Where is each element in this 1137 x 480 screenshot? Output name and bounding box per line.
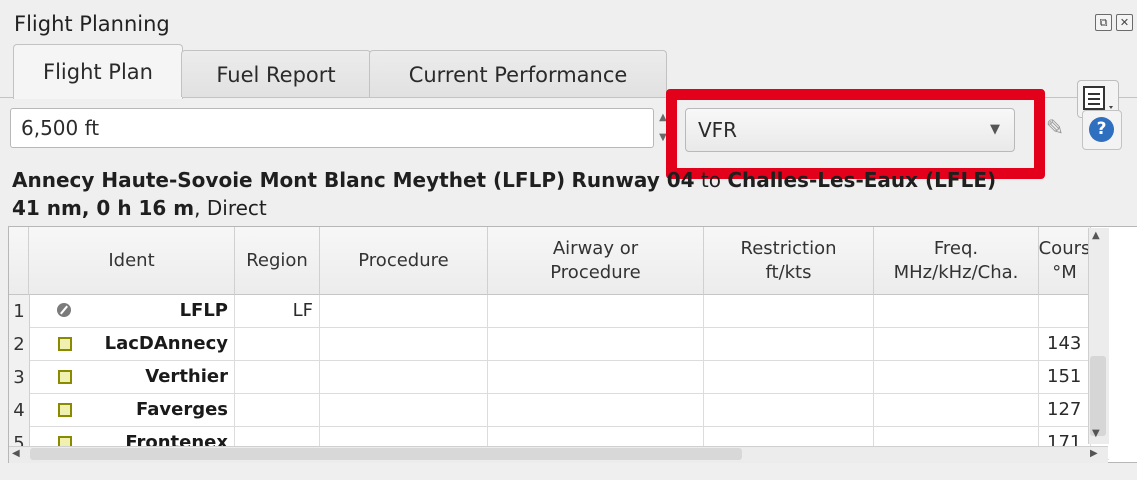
- region-cell: [235, 394, 320, 426]
- column-header-region[interactable]: Region: [235, 227, 320, 295]
- route-runway: Runway 04: [571, 168, 695, 192]
- altitude-spinner[interactable]: ▲ ▼: [654, 108, 672, 148]
- spin-down-icon[interactable]: ▼: [654, 128, 672, 148]
- row-number: 2: [9, 328, 30, 361]
- route-summary-type: , Direct: [194, 196, 267, 220]
- procedure-cell: [320, 394, 488, 426]
- row-number-header: [9, 227, 29, 295]
- cruise-altitude-input[interactable]: 6,500 ft: [10, 108, 654, 148]
- edit-remarks-icon[interactable]: ✎: [1037, 110, 1073, 148]
- scroll-up-icon[interactable]: ▲: [1092, 230, 1100, 241]
- column-header-restriction[interactable]: Restriction ft/kts: [704, 227, 874, 295]
- restriction-cell: [704, 328, 874, 360]
- route-departure: Annecy Haute-Sovoie Mont Blanc Meythet (…: [12, 168, 566, 192]
- frequency-cell: [874, 295, 1039, 327]
- airway-cell: [488, 394, 704, 426]
- course-cell: 143: [1039, 328, 1091, 360]
- region-cell: [235, 328, 320, 360]
- column-header-ident[interactable]: Ident: [29, 227, 235, 295]
- airport-icon: [57, 303, 71, 317]
- vertical-scroll-thumb[interactable]: [1090, 356, 1106, 436]
- flight-type-value: VFR: [698, 118, 738, 142]
- table-row[interactable]: 2 LacDAnnecy 143: [9, 328, 1109, 361]
- column-header-frequency[interactable]: Freq. MHz/kHz/Cha.: [874, 227, 1039, 295]
- tab-current-performance[interactable]: Current Performance: [369, 50, 667, 97]
- route-summary-distance: 41 nm, 0 h 16 m: [12, 196, 195, 220]
- route-header: Annecy Haute-Sovoie Mont Blanc Meythet (…: [12, 168, 996, 192]
- scroll-down-icon[interactable]: ▼: [1092, 428, 1100, 439]
- frequency-cell: [874, 361, 1039, 393]
- horizontal-scroll-thumb[interactable]: [30, 448, 742, 460]
- column-header-course[interactable]: Cours °M: [1039, 227, 1091, 295]
- float-icon[interactable]: ⧉: [1095, 14, 1112, 31]
- region-cell: [235, 361, 320, 393]
- row-number: 1: [9, 295, 30, 328]
- help-icon: ?: [1089, 117, 1114, 142]
- course-cell: 151: [1039, 361, 1091, 393]
- table-row[interactable]: 1 LFLP LF: [9, 295, 1109, 328]
- table-row[interactable]: 4 Faverges 127: [9, 394, 1109, 427]
- window-title: Flight Planning: [14, 12, 170, 36]
- frequency-cell: [874, 394, 1039, 426]
- table-row[interactable]: 3 Verthier 151: [9, 361, 1109, 394]
- region-cell: LF: [235, 295, 320, 327]
- restriction-cell: [704, 295, 874, 327]
- chevron-down-icon: ▼: [990, 122, 1000, 137]
- column-header-procedure[interactable]: Procedure: [320, 227, 488, 295]
- route-summary: 41 nm, 0 h 16 m, Direct: [12, 196, 267, 220]
- course-cell: [1039, 295, 1091, 327]
- restriction-cell: [704, 394, 874, 426]
- restriction-cell: [704, 361, 874, 393]
- tab-flight-plan[interactable]: Flight Plan: [13, 44, 183, 99]
- ident-cell: Faverges: [29, 394, 235, 426]
- spin-up-icon[interactable]: ▲: [654, 108, 672, 128]
- scroll-right-icon[interactable]: ▶: [1090, 448, 1098, 459]
- ident-cell: LFLP: [29, 295, 235, 327]
- airway-cell: [488, 295, 704, 327]
- airway-cell: [488, 328, 704, 360]
- scroll-left-icon[interactable]: ◀: [12, 448, 20, 459]
- flight-plan-table[interactable]: Ident Region Procedure Airway or Procedu…: [8, 226, 1137, 463]
- route-destination: Challes-Les-Eaux (LFLE): [727, 168, 997, 192]
- waypoint-icon: [58, 370, 72, 384]
- flight-type-select[interactable]: VFR ▼: [685, 108, 1015, 152]
- procedure-cell: [320, 328, 488, 360]
- ident-cell: LacDAnnecy: [29, 328, 235, 360]
- frequency-cell: [874, 328, 1039, 360]
- row-number: 3: [9, 361, 30, 394]
- course-cell: 127: [1039, 394, 1091, 426]
- waypoint-icon: [58, 337, 72, 351]
- procedure-cell: [320, 295, 488, 327]
- waypoint-icon: [58, 403, 72, 417]
- column-header-airway[interactable]: Airway or Procedure: [488, 227, 704, 295]
- ident-cell: Verthier: [29, 361, 235, 393]
- tab-fuel-report[interactable]: Fuel Report: [181, 50, 371, 97]
- row-number: 4: [9, 394, 30, 427]
- close-icon[interactable]: ✕: [1116, 14, 1133, 31]
- procedure-cell: [320, 361, 488, 393]
- help-button[interactable]: ?: [1082, 110, 1122, 150]
- airway-cell: [488, 361, 704, 393]
- route-to: to: [700, 168, 721, 192]
